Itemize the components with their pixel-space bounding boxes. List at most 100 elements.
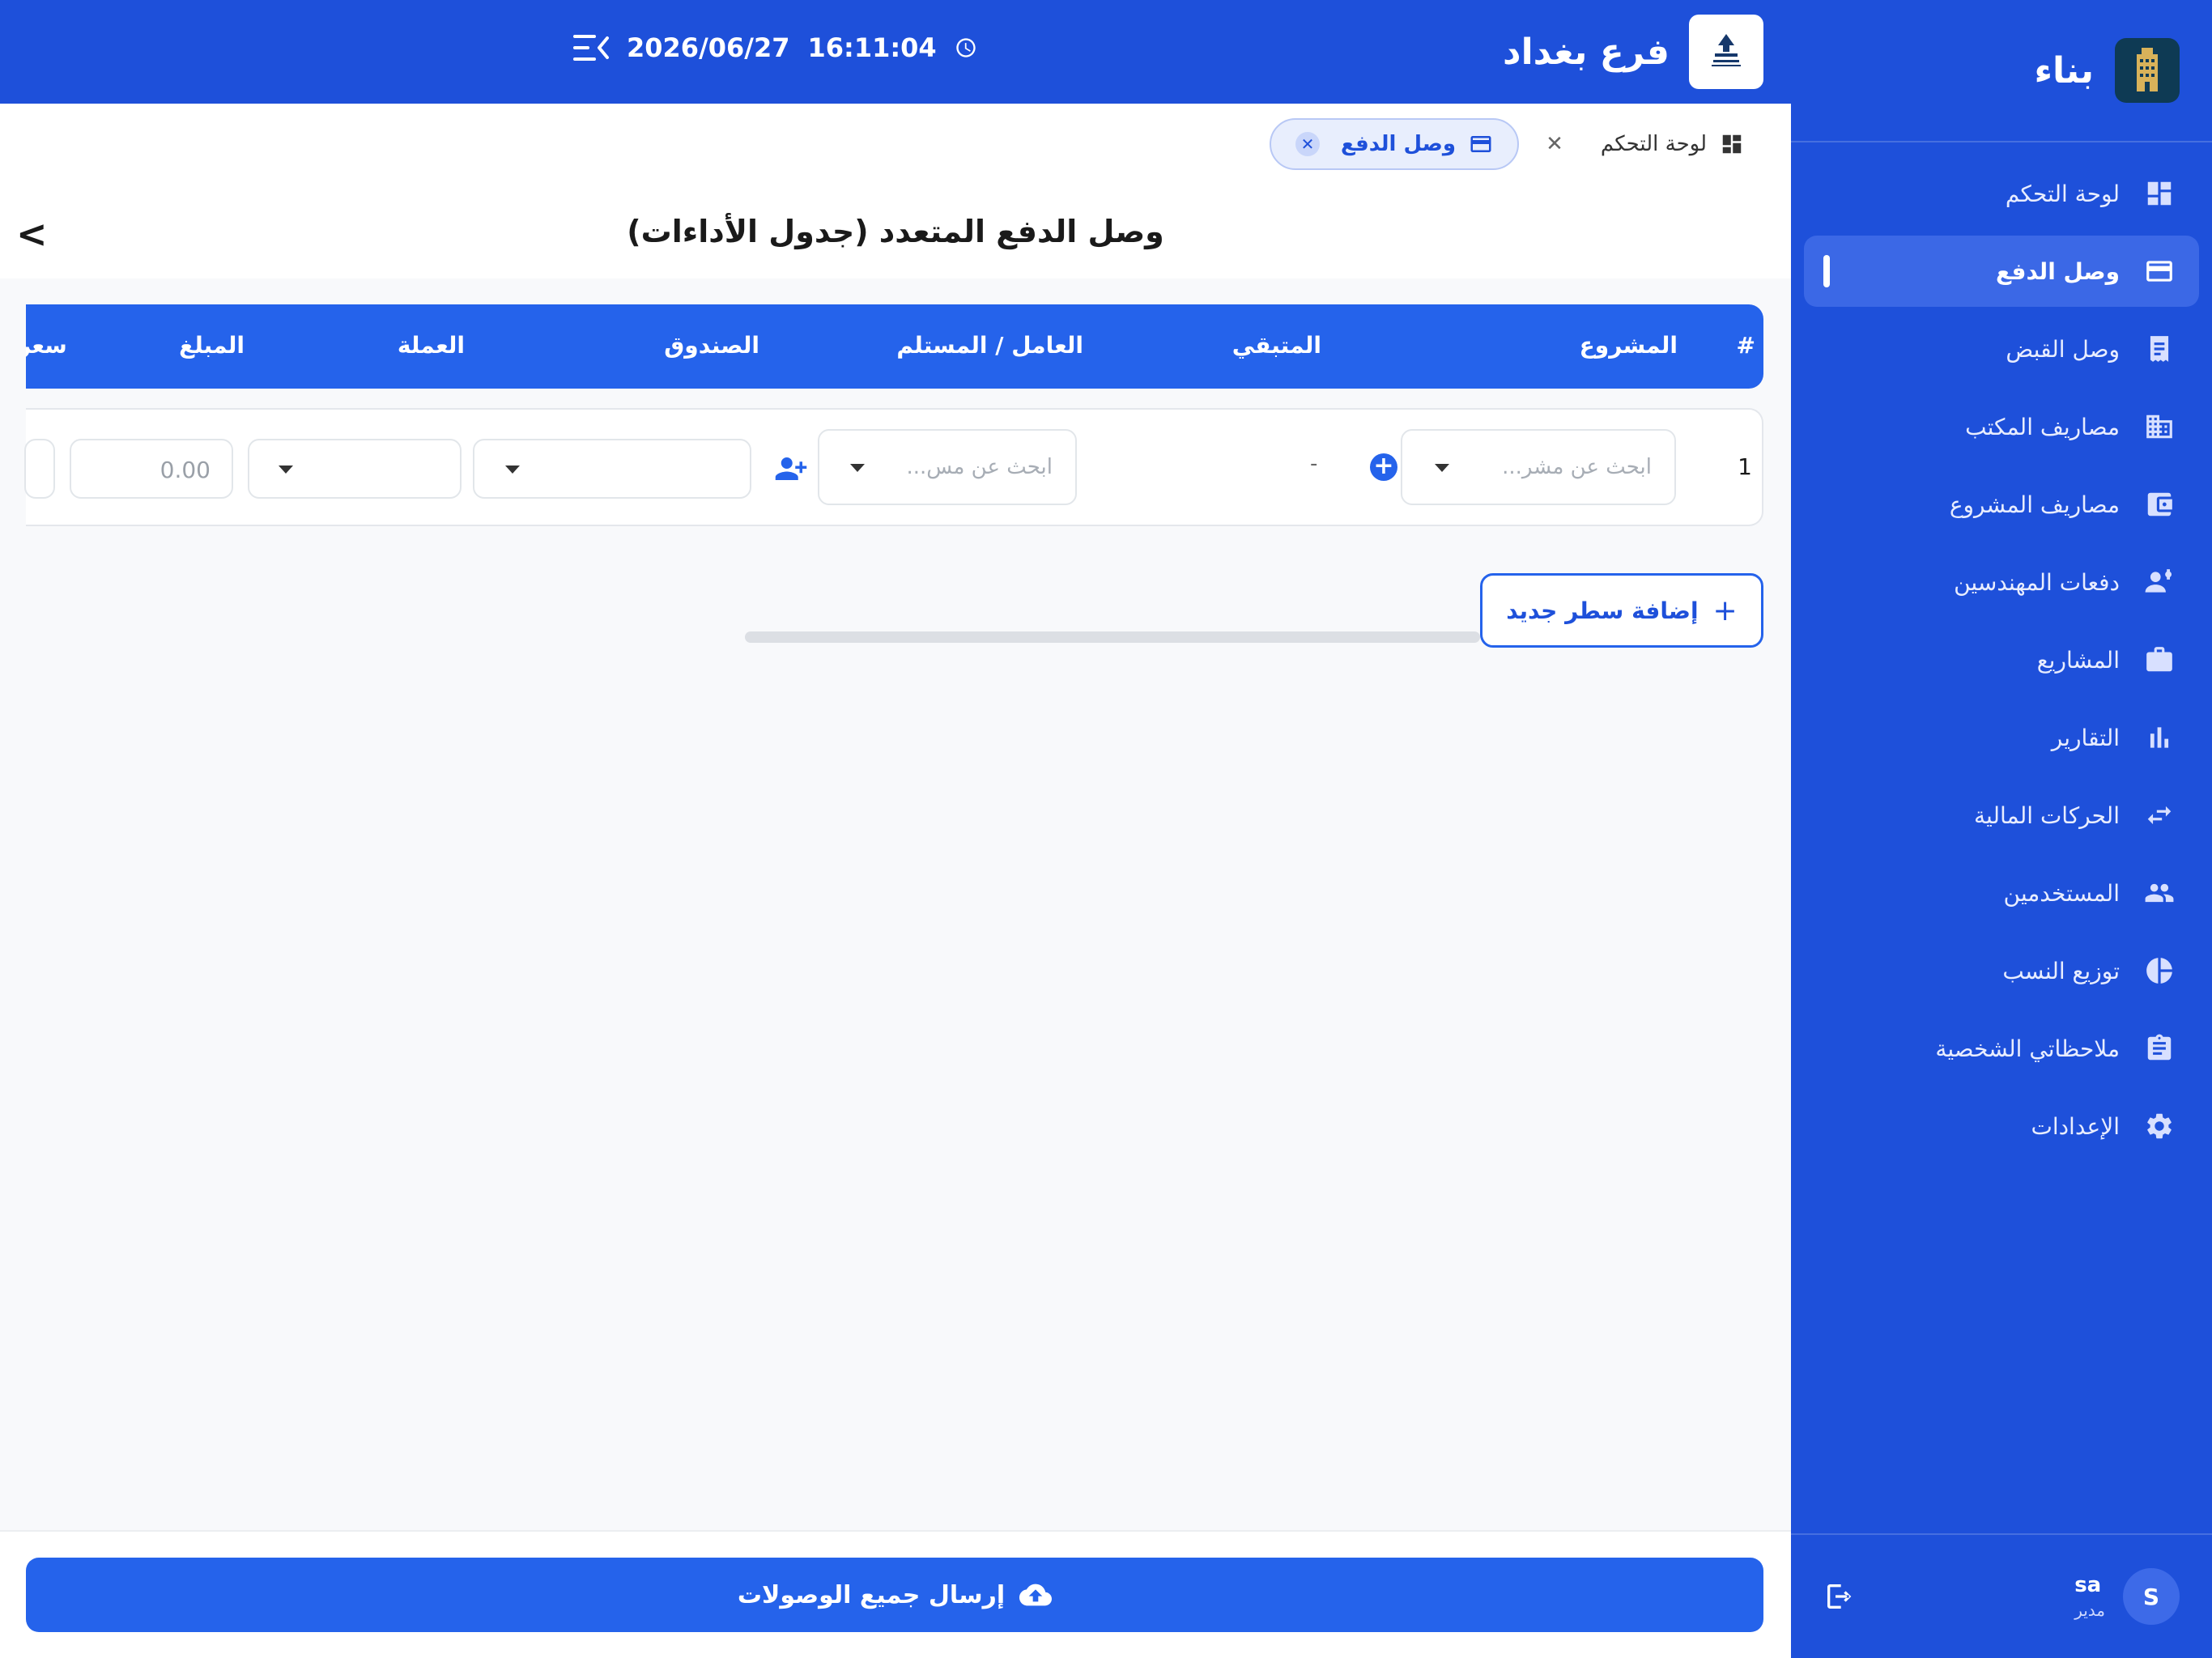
sidebar-brand: بناء xyxy=(1791,0,2212,142)
fund-select[interactable] xyxy=(473,439,751,499)
close-icon[interactable]: ✕ xyxy=(1295,132,1320,156)
sidebar-item-reports[interactable]: التقارير xyxy=(1804,702,2199,773)
briefcase-icon xyxy=(2146,647,2172,672)
tab-label: لوحة التحكم xyxy=(1600,132,1707,156)
user-name: sa xyxy=(2074,1573,2102,1597)
logout-button[interactable] xyxy=(1823,1580,1856,1613)
tab-payment-voucher[interactable]: وصل الدفع ✕ xyxy=(1269,118,1519,170)
pie-chart-icon xyxy=(2146,958,2172,984)
card-icon xyxy=(2146,261,2172,282)
sidebar-item-personal-notes[interactable]: ملاحظاتي الشخصية xyxy=(1804,1013,2199,1084)
project-search-placeholder: ابحث عن مشر... xyxy=(1502,455,1652,479)
menu-collapse-icon[interactable] xyxy=(573,33,609,62)
page-header: وصل الدفع المتعدد (جدول الأداءات) < xyxy=(0,185,1791,278)
submit-all-button[interactable]: إرسال جميع الوصولات xyxy=(26,1558,1763,1632)
branch-name: فرع بغداد xyxy=(1503,31,1670,73)
current-time: 16:11:04 xyxy=(807,32,937,63)
sidebar-item-engineer-payments[interactable]: دفعات المهندسين xyxy=(1804,546,2199,618)
receipt-icon xyxy=(2150,336,2169,362)
top-bar: فرع بغداد 2026/06/27 16:11:04 xyxy=(0,0,1791,104)
horizontal-scrollbar[interactable] xyxy=(745,631,1480,643)
sidebar-item-label: مصاريف المشروع xyxy=(1949,491,2120,518)
wallet-icon xyxy=(2147,492,2172,517)
sidebar: بناء لوحة التحكم وصل الدفع وصل القبض مصا… xyxy=(1791,0,2212,1658)
amount-input[interactable]: 0.00 xyxy=(70,439,233,499)
cloud-upload-icon xyxy=(1019,1584,1053,1606)
users-icon xyxy=(2145,883,2174,903)
sidebar-item-label: الإعدادات xyxy=(2031,1112,2120,1140)
sidebar-nav: لوحة التحكم وصل الدفع وصل القبض مصاريف ا… xyxy=(1791,158,2212,1168)
sidebar-item-label: التقارير xyxy=(2051,724,2120,751)
dashboard-icon xyxy=(2147,181,2172,206)
column-header-rate: سعر xyxy=(26,332,67,359)
clipboard-icon xyxy=(2147,1034,2172,1061)
sidebar-item-label: وصل الدفع xyxy=(1996,257,2120,285)
worker-search-placeholder: ابحث عن مس... xyxy=(906,455,1053,479)
currency-select[interactable] xyxy=(248,439,462,499)
sidebar-item-dashboard[interactable]: لوحة التحكم xyxy=(1804,158,2199,229)
sidebar-item-receipt-voucher[interactable]: وصل القبض xyxy=(1804,313,2199,385)
sidebar-item-project-expenses[interactable]: مصاريف المشروع xyxy=(1804,469,2199,540)
page-title: وصل الدفع المتعدد (جدول الأداءات) xyxy=(627,214,1164,249)
person-add-icon xyxy=(775,457,807,480)
submit-all-label: إرسال جميع الوصولات xyxy=(737,1580,1006,1609)
column-header-amount: المبلغ xyxy=(179,332,245,359)
column-header-fund: الصندوق xyxy=(664,332,759,359)
sidebar-item-label: المستخدمين xyxy=(2003,879,2120,907)
project-search-select[interactable]: ابحث عن مشر... xyxy=(1401,429,1676,505)
logout-icon xyxy=(1827,1584,1852,1609)
add-worker-button[interactable] xyxy=(774,452,808,486)
sidebar-item-financial-transactions[interactable]: الحركات المالية xyxy=(1804,780,2199,851)
sidebar-item-label: دفعات المهندسين xyxy=(1954,568,2120,596)
table-row: 1 ابحث عن مشر... + - ابحث عن مس... 0.00 xyxy=(24,408,1763,526)
add-row-button[interactable]: + إضافة سطر جديد xyxy=(1480,573,1763,648)
rate-input[interactable] xyxy=(24,439,55,499)
column-header-remaining: المتبقي xyxy=(1231,332,1321,359)
sidebar-item-office-expenses[interactable]: مصاريف المكتب xyxy=(1804,391,2199,462)
add-project-button[interactable]: + xyxy=(1370,453,1397,481)
sidebar-item-label: وصل القبض xyxy=(2006,335,2120,363)
datetime-display: 2026/06/27 16:11:04 xyxy=(573,32,977,63)
user-profile: S sa مدير xyxy=(1791,1533,2212,1658)
avatar[interactable]: S xyxy=(2123,1568,2180,1625)
sidebar-item-label: لوحة التحكم xyxy=(2005,180,2120,207)
back-button[interactable]: < xyxy=(16,212,48,256)
chevron-down-icon xyxy=(850,464,865,472)
open-tabs: لوحة التحكم ✕ وصل الدفع ✕ xyxy=(0,104,1791,185)
table-header: # المشروع المتبقي العامل / المستلم الصند… xyxy=(26,304,1763,389)
sidebar-item-label: المشاريع xyxy=(2036,646,2120,674)
sidebar-item-label: توزيع النسب xyxy=(2002,957,2120,984)
worker-search-select[interactable]: ابحث عن مس... xyxy=(818,429,1077,505)
footer-bar: إرسال جميع الوصولات xyxy=(0,1530,1791,1658)
close-icon[interactable]: ✕ xyxy=(1546,132,1563,156)
sidebar-item-label: مصاريف المكتب xyxy=(1965,413,2120,440)
user-info: sa مدير xyxy=(2074,1573,2105,1620)
sidebar-item-users[interactable]: المستخدمين xyxy=(1804,857,2199,929)
building-icon xyxy=(2146,414,2172,439)
engineer-icon xyxy=(2145,569,2172,593)
app-name: بناء xyxy=(2034,49,2095,91)
clock-icon xyxy=(956,38,976,57)
chevron-down-icon xyxy=(279,466,293,474)
card-icon xyxy=(1470,136,1491,152)
current-date: 2026/06/27 xyxy=(627,32,790,63)
row-number: 1 xyxy=(1738,453,1752,480)
tab-label: وصل الدفع xyxy=(1340,132,1456,156)
sidebar-item-settings[interactable]: الإعدادات xyxy=(1804,1090,2199,1162)
sidebar-item-payment-voucher[interactable]: وصل الدفع xyxy=(1804,236,2199,307)
branch-header: فرع بغداد xyxy=(1503,15,1763,89)
add-row-label: إضافة سطر جديد xyxy=(1506,597,1699,624)
tab-dashboard[interactable]: لوحة التحكم ✕ xyxy=(1546,118,1744,170)
column-header-project: المشروع xyxy=(1579,332,1678,359)
column-header-worker: العامل / المستلم xyxy=(896,332,1083,359)
dashboard-icon xyxy=(1722,134,1742,154)
chevron-down-icon xyxy=(1435,464,1449,472)
sidebar-item-ratio-distribution[interactable]: توزيع النسب xyxy=(1804,935,2199,1006)
column-header-num: # xyxy=(1736,332,1755,359)
column-header-currency: العملة xyxy=(397,332,465,359)
user-role: مدير xyxy=(2074,1601,2105,1620)
sidebar-item-label: ملاحظاتي الشخصية xyxy=(1935,1035,2120,1062)
sidebar-item-projects[interactable]: المشاريع xyxy=(1804,624,2199,695)
transfer-icon xyxy=(2147,806,2172,825)
chevron-down-icon xyxy=(505,466,520,474)
